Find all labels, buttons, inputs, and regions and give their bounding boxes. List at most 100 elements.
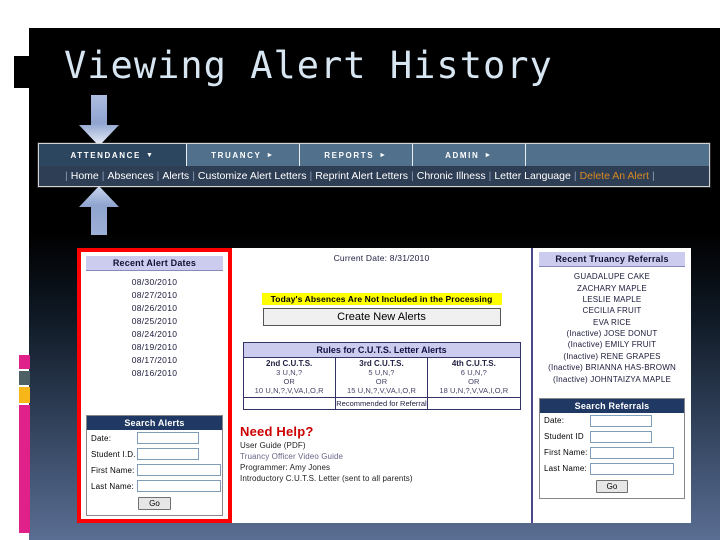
search-alerts-go-row: Go bbox=[87, 494, 222, 510]
arrow-down-pointer bbox=[78, 95, 120, 147]
search-referrals-studentid-row: Student ID bbox=[540, 429, 684, 445]
cuts-rules-col-4th-head: 4th C.U.T.S. bbox=[451, 359, 496, 368]
recent-alert-dates-list: 08/30/2010 08/27/2010 08/26/2010 08/25/2… bbox=[86, 271, 223, 379]
cuts-rules-col-4th-line1: 6 U,N,? bbox=[460, 368, 487, 377]
recent-alert-dates-header: Recent Alert Dates bbox=[86, 256, 223, 271]
search-alerts-date-row: Date: bbox=[87, 430, 222, 446]
sidebar-item-reprint-alert-letters[interactable]: Reprint Alert Letters bbox=[315, 170, 408, 182]
list-item[interactable]: 08/19/2010 bbox=[86, 340, 223, 353]
page-title: Viewing Alert History bbox=[64, 44, 553, 87]
list-item[interactable]: 08/24/2010 bbox=[86, 327, 223, 340]
search-referrals-header: Search Referrals bbox=[540, 398, 684, 413]
search-referrals-go-button[interactable]: Go bbox=[595, 479, 629, 493]
slide-canvas: Viewing Alert History ATTENDANCE ▼ TRUAN… bbox=[0, 0, 720, 540]
list-item[interactable]: 08/16/2010 bbox=[86, 366, 223, 379]
list-item[interactable]: (Inactive) EMILY FRUIT bbox=[539, 339, 685, 350]
nav-separator: | bbox=[488, 170, 492, 182]
search-alerts-firstname-input[interactable] bbox=[137, 464, 221, 476]
search-referrals-studentid-label: Student ID bbox=[544, 432, 584, 442]
nav-separator: | bbox=[65, 170, 68, 182]
search-alerts-date-input[interactable] bbox=[137, 432, 199, 444]
sidebar-item-home[interactable]: Home bbox=[71, 170, 99, 182]
nav-separator: | bbox=[573, 170, 577, 182]
list-item[interactable]: ZACHARY MAPLE bbox=[539, 282, 685, 293]
sidebar-item-alerts[interactable]: Alerts bbox=[162, 170, 189, 182]
nav-tab-attendance[interactable]: ATTENDANCE ▼ bbox=[39, 144, 187, 166]
search-alerts-panel: Search Alerts Date: Student I.D. First N… bbox=[86, 415, 223, 516]
current-date-label: Current Date: 8/31/2010 bbox=[333, 253, 430, 263]
nav-tab-reports[interactable]: REPORTS ► bbox=[300, 144, 413, 166]
sidebar-item-customize-alert-letters[interactable]: Customize Alert Letters bbox=[198, 170, 307, 182]
search-alerts-studentid-input[interactable] bbox=[137, 448, 199, 460]
create-new-alerts-button[interactable]: Create New Alerts bbox=[262, 308, 501, 326]
chevron-right-icon: ► bbox=[266, 151, 275, 159]
main-nav-tabs: ATTENDANCE ▼ TRUANCY ► REPORTS ► ADMIN ► bbox=[39, 144, 709, 166]
cuts-rules-col-3rd: 3rd C.U.T.S. 5 U,N,? OR 15 U,N,?,V,VA,I,… bbox=[336, 358, 429, 397]
list-item[interactable]: 08/30/2010 bbox=[86, 275, 223, 288]
help-link-introductory-letter[interactable]: Introductory C.U.T.S. Letter (sent to al… bbox=[240, 472, 525, 483]
list-item[interactable]: (Inactive) RENE GRAPES bbox=[539, 351, 685, 362]
list-item[interactable]: (Inactive) JOSE DONUT bbox=[539, 328, 685, 339]
nav-separator: | bbox=[309, 170, 313, 182]
recent-truancy-referrals-header: Recent Truancy Referrals bbox=[539, 252, 685, 267]
nav-separator: | bbox=[101, 170, 105, 182]
search-referrals-panel: Search Referrals Date: Student ID First … bbox=[539, 397, 685, 499]
application-body: Recent Alert Dates 08/30/2010 08/27/2010… bbox=[77, 248, 691, 523]
slide-top-margin bbox=[0, 0, 720, 28]
help-link-video-guide[interactable]: Truancy Officer Video Guide bbox=[240, 450, 525, 461]
need-help-section: Need Help? User Guide (PDF) Truancy Offi… bbox=[238, 424, 525, 483]
search-referrals-firstname-row: First Name: bbox=[540, 445, 684, 461]
cuts-rules-col-4th: 4th C.U.T.S. 6 U,N,? OR 18 U,N,?,V,VA,I,… bbox=[428, 358, 519, 397]
sidebar-item-absences[interactable]: Absences bbox=[107, 170, 153, 182]
search-alerts-lastname-input[interactable] bbox=[137, 480, 221, 492]
cuts-rules-col-4th-line3: 18 U,N,?,V,VA,I,O,R bbox=[439, 386, 509, 395]
cuts-rules-col-2nd: 2nd C.U.T.S. 3 U,N,? OR 10 U,N,?,V,VA,I,… bbox=[244, 358, 336, 397]
alerts-main-panel: Current Date: 8/31/2010 Today's Absences… bbox=[232, 248, 532, 523]
sidebar-item-delete-an-alert[interactable]: Delete An Alert bbox=[580, 170, 649, 182]
list-item[interactable]: EVA RICE bbox=[539, 317, 685, 328]
decoration-block-teal bbox=[19, 371, 30, 385]
search-alerts-lastname-label: Last Name: bbox=[91, 481, 134, 491]
nav-separator: | bbox=[652, 170, 655, 182]
cuts-rules-col-4th-line2: OR bbox=[468, 377, 480, 386]
list-item[interactable]: 08/27/2010 bbox=[86, 288, 223, 301]
cuts-rules-col-2nd-line2: OR bbox=[283, 377, 295, 386]
cuts-rules-col-3rd-line1: 5 U,N,? bbox=[368, 368, 395, 377]
list-item[interactable]: (Inactive) BRIANNA HAS-BROWN bbox=[539, 362, 685, 373]
nav-separator: | bbox=[192, 170, 195, 182]
nav-tab-spacer bbox=[526, 144, 709, 166]
cuts-rules-col-2nd-line1: 3 U,N,? bbox=[276, 368, 303, 377]
help-link-user-guide[interactable]: User Guide (PDF) bbox=[240, 439, 525, 450]
list-item[interactable]: CECILIA FRUIT bbox=[539, 305, 685, 316]
search-referrals-firstname-input[interactable] bbox=[590, 446, 674, 459]
nav-tab-truancy[interactable]: TRUANCY ► bbox=[187, 144, 300, 166]
search-referrals-date-input[interactable] bbox=[590, 414, 652, 427]
chevron-right-icon: ► bbox=[484, 151, 493, 159]
chevron-right-icon: ► bbox=[379, 151, 388, 159]
list-item[interactable]: 08/26/2010 bbox=[86, 301, 223, 314]
decoration-block-yellow bbox=[19, 387, 30, 403]
nav-separator: | bbox=[156, 170, 160, 182]
search-referrals-studentid-input[interactable] bbox=[590, 430, 652, 443]
nav-tab-reports-label: REPORTS bbox=[324, 150, 375, 160]
cuts-rules-footer-right bbox=[428, 398, 519, 409]
sidebar-item-chronic-illness[interactable]: Chronic Illness bbox=[417, 170, 486, 182]
processing-warning-banner: Today's Absences Are Not Included in the… bbox=[261, 293, 502, 305]
list-item[interactable]: LESLIE MAPLE bbox=[539, 294, 685, 305]
list-item[interactable]: 08/25/2010 bbox=[86, 314, 223, 327]
decoration-block-pink bbox=[19, 355, 30, 369]
search-referrals-date-row: Date: bbox=[540, 413, 684, 429]
decoration-bar-magenta bbox=[19, 405, 30, 533]
help-programmer-credit: Programmer: Amy Jones bbox=[240, 463, 331, 472]
list-item[interactable]: 08/17/2010 bbox=[86, 353, 223, 366]
recent-truancy-referrals-panel: Recent Truancy Referrals GUADALUPE CAKE … bbox=[532, 248, 691, 523]
cuts-rules-table: Rules for C.U.T.S. Letter Alerts 2nd C.U… bbox=[242, 342, 521, 410]
search-referrals-lastname-input[interactable] bbox=[590, 462, 674, 475]
list-item[interactable]: GUADALUPE CAKE bbox=[539, 271, 685, 282]
cuts-rules-columns: 2nd C.U.T.S. 3 U,N,? OR 10 U,N,?,V,VA,I,… bbox=[244, 358, 520, 397]
search-alerts-go-button[interactable]: Go bbox=[138, 497, 171, 510]
sidebar-item-letter-language[interactable]: Letter Language bbox=[494, 170, 570, 182]
nav-tab-admin[interactable]: ADMIN ► bbox=[413, 144, 526, 166]
cuts-rules-col-2nd-line3: 10 U,N,?,V,VA,I,O,R bbox=[254, 386, 324, 395]
list-item[interactable]: (Inactive) JOHNTAIZYA MAPLE bbox=[539, 373, 685, 384]
